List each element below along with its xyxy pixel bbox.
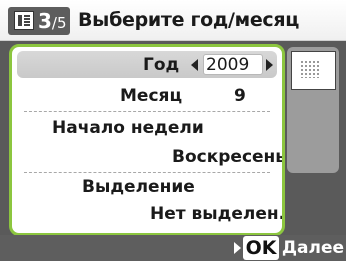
month-value: 9: [234, 86, 246, 106]
week-start-label: Начало недели: [52, 118, 204, 138]
week-start-value: Воскресенье: [172, 147, 285, 167]
header-bar: 3/5 Выберите год/месяц: [0, 0, 346, 41]
calendar-grid-icon: [300, 60, 320, 78]
play-arrow-icon: [234, 242, 241, 254]
calendar-setup-screen: 3/5 Выберите год/месяц Год 2009 Месяц 9 …: [0, 0, 346, 261]
next-label: Далее: [281, 238, 344, 258]
year-row[interactable]: Год 2009: [17, 51, 277, 78]
footer-bar: OK Далее: [0, 235, 346, 261]
highlight-value: Нет выделен.: [150, 204, 285, 224]
ok-button-label[interactable]: OK: [243, 236, 279, 260]
step-current: 3: [38, 9, 52, 33]
year-decrease-arrow-icon[interactable]: [191, 59, 198, 71]
year-increase-arrow-icon[interactable]: [266, 59, 273, 71]
step-indicator: 3/5: [8, 7, 70, 35]
year-value-box[interactable]: 2009: [203, 54, 263, 75]
year-value: 2009: [206, 55, 250, 75]
step-counter: 3/5: [38, 8, 67, 36]
year-label: Год: [143, 55, 180, 75]
step-total: /5: [51, 14, 67, 32]
calendar-layout-icon: [14, 11, 34, 30]
preview-strip: [287, 47, 339, 173]
preview-pane: [285, 44, 341, 230]
page-title: Выберите год/месяц: [78, 9, 300, 31]
settings-panel: Год 2009 Месяц 9 Начало недели Воскресен…: [9, 44, 285, 236]
divider: [24, 172, 270, 173]
divider: [24, 111, 270, 112]
calendar-thumbnail-icon: [291, 51, 336, 90]
month-label: Месяц: [120, 86, 183, 106]
highlight-label: Выделение: [82, 177, 195, 197]
